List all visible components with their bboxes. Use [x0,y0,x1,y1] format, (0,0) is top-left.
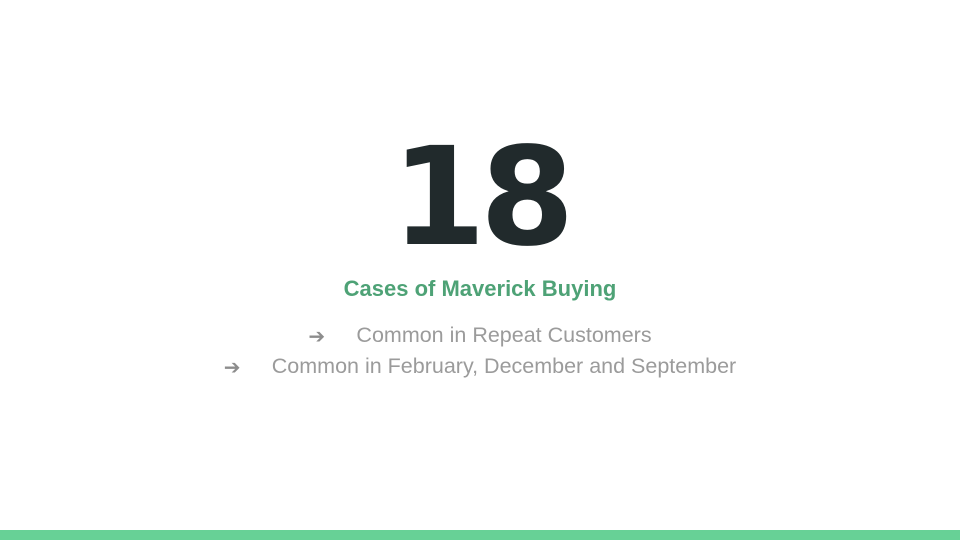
arrow-right-icon: ➔ [223,354,241,379]
big-number: 18 [391,119,574,277]
accent-bar [0,530,960,540]
bullet-text: Common in February, December and Septemb… [271,354,737,378]
arrow-right-icon: ➔ [308,323,326,348]
bullet-text: Common in Repeat Customers [356,323,652,347]
bullet-list: ➔ Common in Repeat Customers ➔ Common in… [0,320,960,382]
subtitle: Cases of Maverick Buying [343,276,617,301]
slide: 18 Cases of Maverick Buying ➔ Common in … [0,0,960,540]
bullet-item: ➔ Common in February, December and Septe… [0,351,960,382]
bullet-item: ➔ Common in Repeat Customers [0,320,960,351]
